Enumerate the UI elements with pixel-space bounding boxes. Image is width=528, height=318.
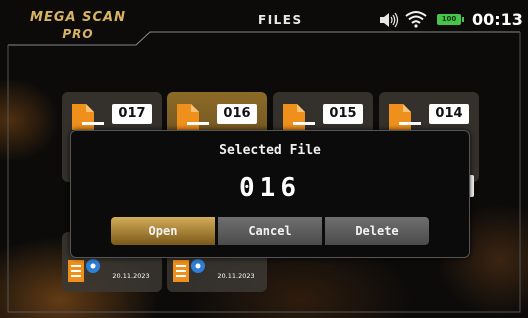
document-icon	[283, 104, 315, 130]
selected-file-dialog: Selected File 016 Open Cancel Delete	[70, 130, 470, 258]
wifi-icon	[405, 11, 427, 28]
log-date: 20.11.2023	[217, 272, 255, 280]
logo-line1: MEGA SCAN	[30, 10, 126, 25]
speaker-icon	[380, 12, 399, 28]
settings-document-icon	[68, 259, 100, 282]
delete-button[interactable]: Delete	[325, 217, 429, 245]
battery-indicator: 100	[437, 14, 464, 25]
clock: 00:13	[472, 10, 523, 29]
page-title: FILES	[258, 13, 303, 27]
file-number: 016	[217, 104, 257, 124]
dialog-file-number: 016	[239, 173, 301, 203]
cancel-button[interactable]: Cancel	[218, 217, 322, 245]
document-icon	[389, 104, 421, 130]
file-number: 014	[429, 104, 469, 124]
settings-document-icon	[173, 259, 205, 282]
log-date: 20.11.2023	[112, 272, 150, 280]
dialog-title: Selected File	[219, 143, 321, 158]
file-number: 015	[323, 104, 363, 124]
device-screen: MEGA SCAN PRO FILES 100 00:13 017 016 01…	[0, 0, 528, 318]
app-logo: MEGA SCAN PRO	[18, 10, 138, 42]
open-button[interactable]: Open	[111, 217, 215, 245]
file-number: 017	[112, 104, 152, 124]
document-icon	[177, 104, 209, 130]
document-icon	[72, 104, 104, 130]
logo-line2: PRO	[62, 27, 94, 41]
